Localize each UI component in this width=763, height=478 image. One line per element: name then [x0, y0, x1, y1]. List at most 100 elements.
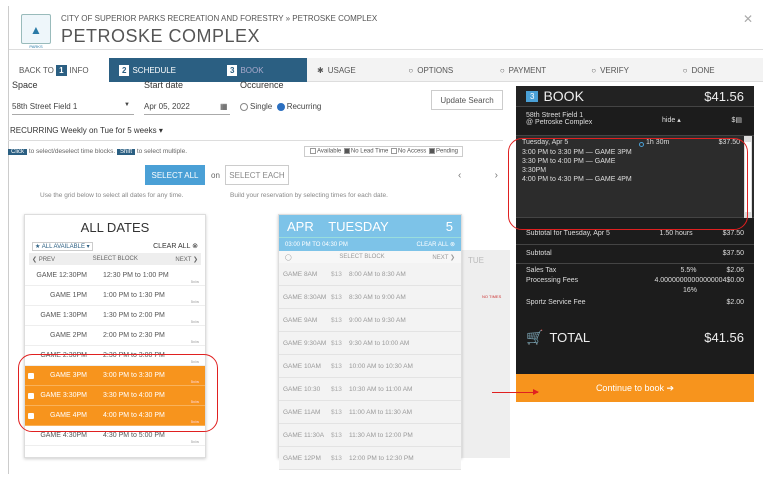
- next-button[interactable]: NEXT ❯: [432, 254, 455, 261]
- time-block-row[interactable]: GAME 11AM $13 11:00 AM to 11:30 AM: [279, 401, 461, 424]
- chevron-right-icon: ❯: [449, 254, 455, 261]
- time-block-row[interactable]: GAME 1:30PM 1:30 PM to 2:00 PM 5x/w: [25, 306, 205, 326]
- chevron-left-icon[interactable]: ‹: [458, 170, 461, 181]
- start-date-input[interactable]: Apr 05, 2022: [144, 102, 190, 111]
- space-select[interactable]: 58th Street Field 1: [12, 102, 77, 111]
- game-name: GAME 4:30PM: [40, 432, 87, 439]
- game-name: GAME 12:30PM: [36, 272, 87, 279]
- time-block-row[interactable]: GAME 8AM $13 8:00 AM to 8:30 AM: [279, 263, 461, 286]
- step-bar: BACK TO 1 INFO 2 SCHEDULE 3 BOOK ✱ USAGE ○ OP…: [9, 58, 763, 82]
- date-card-header: APR TUESDAY 5: [279, 215, 461, 237]
- time-range: 8:00 AM to 8:30 AM: [349, 270, 406, 278]
- prev-button[interactable]: ❮ PREV: [32, 256, 55, 263]
- next-date-column: [462, 250, 510, 458]
- time-block-row[interactable]: GAME 10AM $13 10:00 AM to 10:30 AM: [279, 355, 461, 378]
- tab-done[interactable]: ○ DONE: [673, 58, 763, 82]
- select-block-label: SELECT BLOCK: [92, 256, 138, 262]
- tab-verify[interactable]: ○ VERIFY: [581, 58, 672, 82]
- clear-all-button[interactable]: CLEAR ALL ⊗: [153, 242, 198, 250]
- divider: [8, 140, 503, 141]
- total-amount: $41.56: [704, 329, 744, 345]
- payment-label: PAYMENT: [508, 65, 547, 75]
- click-tag: Click: [8, 149, 27, 155]
- time-block-row[interactable]: GAME 10:30 $13 10:30 AM to 11:00 AM: [279, 378, 461, 401]
- page-title: PETROSKE COMPLEX: [61, 26, 261, 46]
- single-radio[interactable]: [240, 102, 248, 111]
- next-label: NEXT: [175, 256, 192, 263]
- arrow-right-icon: ➔: [666, 382, 675, 393]
- time-block-row[interactable]: GAME 11:30A $13 11:30 AM to 12:00 PM: [279, 424, 461, 447]
- info-label: INFO: [69, 65, 89, 75]
- select-block-label: SELECT BLOCK: [339, 254, 385, 260]
- tab-options[interactable]: ○ OPTIONS: [398, 58, 489, 82]
- time-block-row[interactable]: GAME 2PM 2:00 PM to 2:30 PM 5x/w: [25, 326, 205, 346]
- hide-toggle[interactable]: hide ▴: [662, 116, 681, 124]
- select-each-button[interactable]: SELECT EACH: [225, 165, 289, 185]
- tab-payment[interactable]: ○ PAYMENT: [490, 58, 581, 82]
- game-name: GAME 11:30A: [283, 431, 325, 439]
- next-button[interactable]: NEXT ❯: [175, 256, 198, 263]
- tab-back-to-info[interactable]: BACK TO 1 INFO: [9, 58, 109, 82]
- time-block-row[interactable]: GAME 9:30AM $13 9:30 AM to 10:00 AM: [279, 332, 461, 355]
- book-title: BOOK: [543, 88, 584, 104]
- book-panel-header: 3 BOOK $41.56: [516, 86, 754, 106]
- tab-book[interactable]: 3 BOOK: [217, 58, 307, 82]
- done-label: DONE: [691, 65, 715, 75]
- time-block-row[interactable]: GAME 12:30PM 12:30 PM to 1:00 PM 5x/w: [25, 266, 205, 286]
- clear-all-label: CLEAR ALL: [153, 243, 191, 250]
- time-block-row[interactable]: GAME 9AM $13 9:00 AM to 9:30 AM: [279, 309, 461, 332]
- frequency-note: 5x/w: [190, 439, 199, 444]
- select-all-button[interactable]: SELECT ALL: [145, 165, 205, 185]
- game-name: GAME 9AM: [283, 316, 318, 324]
- all-dates-toolbar: ★ ALL AVAILABLE ▾ CLEAR ALL ⊗: [29, 240, 201, 252]
- close-icon[interactable]: ✕: [743, 12, 753, 26]
- chevron-right-icon[interactable]: ›: [495, 170, 498, 181]
- all-dates-title: ALL DATES: [80, 220, 150, 235]
- search-filters: Space 58th Street Field 1 ▼ Start date A…: [8, 80, 503, 120]
- month-label: APR: [287, 218, 314, 234]
- time-block-row[interactable]: GAME 12PM $13 12:00 PM to 12:30 PM: [279, 447, 461, 470]
- time-block-row[interactable]: GAME 8:30AM $13 8:30 AM to 9:00 AM: [279, 286, 461, 309]
- processing-line: Processing Fees 4.00000000000000004 $0.00: [516, 277, 754, 284]
- recurring-summary[interactable]: RECURRING Weekly on Tue for 5 weeks ▾: [10, 126, 163, 135]
- prev-label: PREV: [38, 256, 56, 263]
- recurring-radio[interactable]: [276, 102, 285, 111]
- game-name: GAME 8:30AM: [283, 293, 327, 301]
- legend-bar: Click to select/deselect time blocks. Sh…: [8, 146, 503, 157]
- continue-to-book-button[interactable]: Continue to book ➔: [516, 374, 754, 402]
- tab-schedule[interactable]: 2 SCHEDULE: [109, 58, 217, 82]
- prev-icon[interactable]: ◯: [285, 254, 292, 261]
- clear-all-button[interactable]: CLEAR ALL ⊗: [417, 241, 456, 248]
- line-rate: 5.5%: [680, 267, 697, 274]
- update-search-button[interactable]: Update Search: [431, 90, 503, 110]
- frequency-note: 5x/w: [190, 319, 199, 324]
- line-label: Sportz Service Fee: [526, 299, 586, 306]
- all-available-toggle[interactable]: ★ ALL AVAILABLE ▾: [32, 241, 93, 251]
- time-block-row[interactable]: GAME 1PM 1:00 PM to 1:30 PM 5x/w: [25, 286, 205, 306]
- time-range: 1:30 PM to 2:00 PM: [103, 312, 165, 319]
- caret-up-icon: ▴: [677, 117, 681, 124]
- line-rate: 16%: [682, 287, 697, 294]
- frequency-note: 5x/w: [190, 279, 199, 284]
- single-label: Single: [250, 102, 273, 111]
- tab-usage[interactable]: ✱ USAGE: [307, 58, 398, 82]
- build-hint: Build your reservation by selecting time…: [230, 192, 388, 199]
- price: $13: [331, 316, 342, 324]
- chevron-down-icon[interactable]: ▼: [124, 102, 130, 108]
- clear-icon: ⊗: [192, 243, 198, 250]
- circle-icon: ○: [408, 65, 414, 75]
- time-range: 11:00 AM to 11:30 AM: [349, 408, 412, 416]
- annotation-arrow: [492, 389, 539, 395]
- time-range: 8:30 AM to 9:00 AM: [349, 293, 406, 301]
- time-range: 1:00 PM to 1:30 PM: [103, 292, 165, 299]
- time-range: 12:30 PM to 1:00 PM: [103, 272, 169, 279]
- calendar-icon[interactable]: ▦: [220, 102, 228, 111]
- tax-line: Sales Tax 5.5% $2.06: [516, 267, 754, 274]
- game-name: GAME 10:30: [283, 385, 321, 393]
- hide-label: hide: [662, 117, 676, 124]
- legend-swatch: [343, 148, 350, 154]
- caret-down-icon: ▾: [158, 126, 163, 135]
- breadcrumb[interactable]: CITY OF SUPERIOR PARKS RECREATION AND FO…: [61, 14, 377, 23]
- click-hint: to select/deselect time blocks.: [28, 148, 116, 155]
- legend-available: Available: [317, 148, 342, 155]
